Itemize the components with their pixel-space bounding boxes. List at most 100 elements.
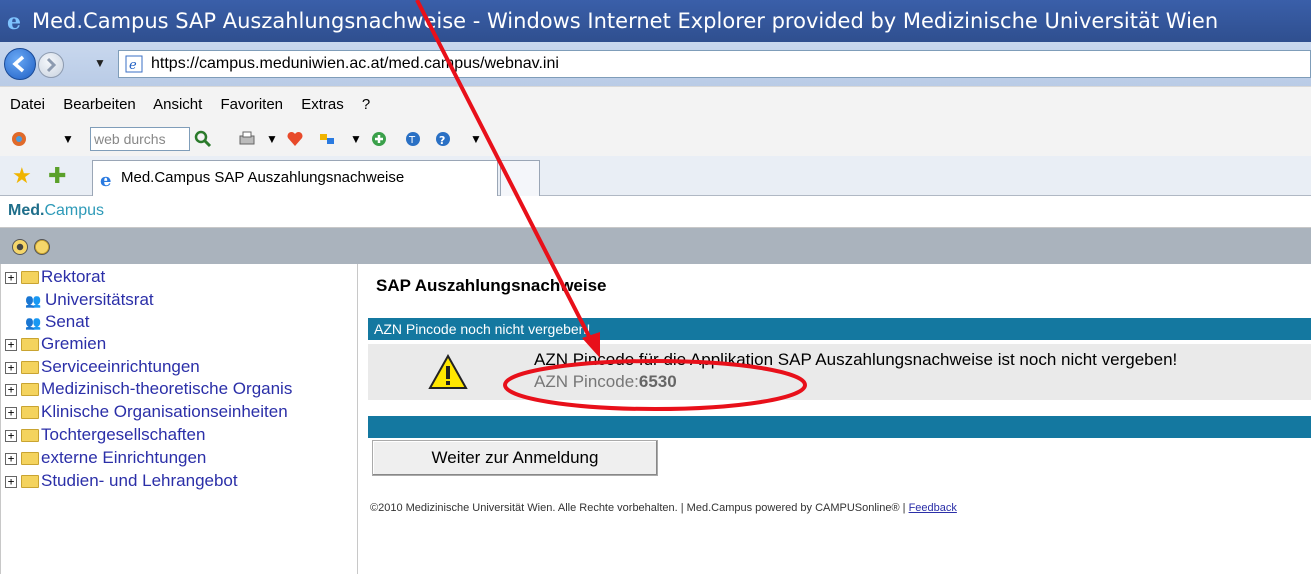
navigation-bar: ▼ e https://campus.meduniwien.ac.at/med.…	[0, 42, 1311, 86]
app-nav-bar	[0, 228, 1311, 264]
tree-item-rektorat[interactable]: + Rektorat	[5, 266, 105, 288]
folder-icon	[21, 383, 39, 397]
feedback-link[interactable]: Feedback	[909, 502, 957, 514]
ie-logo-icon: e	[7, 10, 21, 32]
menu-ansicht[interactable]: Ansicht	[153, 96, 202, 113]
tree-label: Tochtergesellschaften	[41, 425, 206, 444]
expand-icon[interactable]: +	[5, 475, 17, 488]
tree-label: Serviceeinrichtungen	[41, 357, 200, 376]
print-dropdown-icon[interactable]: ▼	[266, 132, 284, 150]
brand-med: Med.	[8, 202, 45, 219]
pincode-line: AZN Pincode:6530	[534, 372, 677, 392]
menu-bar: Datei Bearbeiten Ansicht Favoriten Extra…	[0, 86, 1311, 122]
tree-label: Rektorat	[41, 267, 106, 286]
expand-icon[interactable]: +	[5, 452, 17, 465]
address-url: https://campus.meduniwien.ac.at/med.camp…	[151, 55, 559, 72]
menu-bearbeiten[interactable]: Bearbeiten	[63, 96, 136, 113]
menu-help[interactable]: ?	[362, 96, 370, 113]
message-text: AZN Pincode für die Applikation SAP Ausz…	[534, 350, 1178, 369]
tree-item-medizinisch-theoretisch[interactable]: + Medizinisch-theoretische Organis	[5, 378, 292, 400]
menu-datei[interactable]: Datei	[10, 96, 45, 113]
tree-label: Gremien	[41, 334, 107, 353]
tree-label: Universitätsrat	[45, 290, 154, 309]
window-title-bar: e Med.Campus SAP Auszahlungsnachweise - …	[0, 0, 1311, 42]
tree-label: Senat	[45, 312, 90, 331]
tree-item-senat[interactable]: 👥 Senat	[5, 311, 89, 333]
search-placeholder: web durchs	[94, 131, 166, 147]
back-button[interactable]	[4, 48, 36, 80]
forward-button[interactable]	[38, 52, 64, 78]
pincode-value: 6530	[638, 372, 677, 391]
add-icon[interactable]	[370, 130, 388, 148]
tree-item-universitaetsrat[interactable]: 👥 Universitätsrat	[5, 289, 154, 311]
search-icon[interactable]	[194, 130, 212, 148]
folder-icon	[21, 338, 39, 352]
svg-text:e: e	[129, 58, 137, 73]
page-title: SAP Auszahlungsnachweise	[376, 276, 607, 295]
tree-label: Medizinisch-theoretische Organis	[41, 379, 293, 398]
history-dropdown-icon[interactable]: ▼	[94, 56, 106, 70]
tree-item-externe[interactable]: + externe Einrichtungen	[5, 447, 206, 469]
expand-icon[interactable]: +	[5, 338, 17, 351]
help-icon[interactable]: ?	[434, 130, 452, 148]
tab-bar: ★ ✚ e Med.Campus SAP Auszahlungsnachweis…	[0, 156, 1311, 196]
toolbar-logo-icon[interactable]	[10, 130, 28, 148]
expand-icon[interactable]: +	[5, 429, 17, 442]
tab-label: Med.Campus SAP Auszahlungsnachweise	[121, 169, 405, 186]
translate-icon[interactable]: T	[404, 130, 422, 148]
warning-icon	[428, 354, 468, 389]
svg-text:e: e	[7, 10, 21, 32]
toolbar-dropdown-icon[interactable]: ▼	[62, 132, 80, 150]
window-title: Med.Campus SAP Auszahlungsnachweise - Wi…	[32, 9, 1219, 33]
address-input[interactable]: e https://campus.meduniwien.ac.at/med.ca…	[118, 50, 1311, 78]
people-icon: 👥	[25, 314, 42, 330]
tree-item-studien[interactable]: + Studien- und Lehrangebot	[5, 470, 238, 492]
folder-icon	[21, 406, 39, 420]
tree-label: Studien- und Lehrangebot	[41, 471, 238, 490]
app-dropdown-icon[interactable]: ▼	[350, 132, 368, 150]
heart-icon[interactable]	[286, 130, 304, 148]
favorites-star-icon[interactable]: ★	[12, 163, 32, 189]
folder-icon	[21, 429, 39, 443]
menu-favoriten[interactable]: Favoriten	[220, 96, 283, 113]
expand-icon[interactable]: +	[5, 406, 17, 419]
forward-arrow-icon	[46, 57, 57, 73]
menu-extras[interactable]: Extras	[301, 96, 344, 113]
expand-icon[interactable]: +	[5, 361, 17, 374]
app-header: Med.Campus	[0, 196, 1311, 228]
tab-med-campus[interactable]: e Med.Campus SAP Auszahlungsnachweise	[92, 160, 498, 196]
divider-bar	[368, 416, 1311, 438]
people-icon: 👥	[25, 292, 42, 308]
back-arrow-icon	[12, 55, 25, 73]
expand-icon[interactable]: +	[5, 383, 17, 396]
tree-item-serviceeinrichtungen[interactable]: + Serviceeinrichtungen	[5, 356, 200, 378]
folder-icon	[21, 271, 39, 285]
help-dropdown-icon[interactable]: ▼	[470, 132, 488, 150]
add-favorite-icon[interactable]: ✚	[48, 163, 66, 189]
message-box: AZN Pincode für die Applikation SAP Ausz…	[368, 344, 1311, 400]
print-icon[interactable]	[238, 130, 256, 148]
svg-text:e: e	[100, 170, 111, 188]
folder-icon	[21, 361, 39, 375]
main-content: SAP Auszahlungsnachweise AZN Pincode noc…	[368, 264, 1311, 574]
tree-item-gremien[interactable]: + Gremien	[5, 333, 106, 355]
pincode-label: AZN Pincode:	[534, 372, 639, 391]
tree-item-klinische[interactable]: + Klinische Organisationseinheiten	[5, 401, 288, 423]
back-nav-icon[interactable]	[34, 239, 50, 255]
tab-ie-icon: e	[100, 170, 111, 188]
expand-icon[interactable]: +	[5, 271, 17, 284]
tree-label: externe Einrichtungen	[41, 448, 207, 467]
tree-item-tochtergesellschaften[interactable]: + Tochtergesellschaften	[5, 424, 205, 446]
brand-campus: Campus	[44, 202, 105, 219]
tree-label: Klinische Organisationseinheiten	[41, 402, 288, 421]
app-icon[interactable]	[318, 130, 336, 148]
footer-text: ©2010 Medizinische Universität Wien. All…	[370, 502, 906, 514]
new-tab-button[interactable]	[500, 160, 540, 196]
status-banner: AZN Pincode noch nicht vergeben!	[368, 318, 1311, 340]
svg-text:?: ?	[439, 134, 445, 147]
home-icon[interactable]	[12, 239, 28, 255]
search-input[interactable]: web durchs	[90, 127, 190, 151]
page-icon: e	[125, 55, 143, 73]
continue-login-button[interactable]: Weiter zur Anmeldung	[372, 440, 658, 476]
svg-text:T: T	[408, 135, 416, 146]
